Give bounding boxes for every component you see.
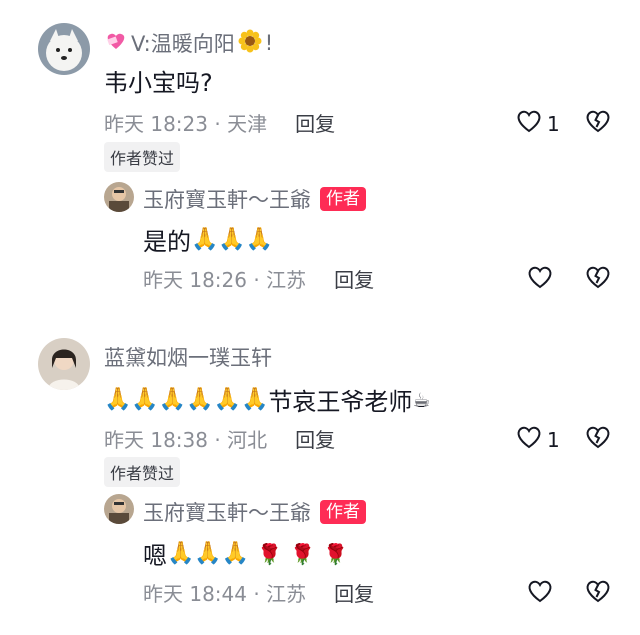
like-count: 1 [547, 111, 560, 136]
comment-username[interactable]: 蓝黛如烟一璞玉轩 [104, 342, 272, 372]
username-text: 玉府寶玉軒～王爺 [143, 501, 311, 525]
comment-username[interactable]: V:温暖向阳 ! [104, 28, 273, 58]
heart-icon [526, 578, 554, 609]
broken-heart-icon [584, 426, 612, 454]
coffee-cup-emoji: ☕ [412, 387, 431, 412]
broken-heart-icon [584, 266, 612, 294]
comment-meta: 昨天 18:38 · 河北 回复 [104, 424, 335, 453]
avatar[interactable] [104, 494, 134, 524]
comment-item: 蓝黛如烟一璞玉轩 🙏 🙏 🙏 🙏 🙏 🙏 节哀王爷老师 ☕ 昨天 18:38 ·… [0, 320, 640, 635]
comment-time: 昨天 18:23 · 天津 [104, 112, 268, 136]
pray-emoji: 🙏 [158, 386, 187, 412]
reply-username[interactable]: 玉府寶玉軒～王爺 作者 [143, 184, 366, 214]
author-liked-tag: 作者赞过 [104, 142, 181, 172]
like-count: 1 [547, 427, 560, 452]
dislike-button[interactable] [584, 578, 612, 608]
dislike-button[interactable] [584, 424, 612, 454]
like-button[interactable] [526, 264, 554, 295]
reply-button[interactable]: 回复 [295, 108, 335, 137]
reply-button[interactable]: 回复 [334, 578, 374, 607]
reply-text-content: 嗯 [143, 542, 167, 570]
rose-emoji: 🌹 [323, 541, 348, 566]
avatar[interactable] [104, 182, 134, 212]
reply-time: 昨天 18:26 · 江苏 [143, 268, 307, 292]
reply-button[interactable]: 回复 [334, 264, 374, 293]
username-text: V:温暖向阳 [131, 32, 235, 56]
comment-text: 韦小宝吗? [104, 69, 213, 97]
heart-gift-icon [104, 31, 128, 56]
pray-emoji: 🙏 [167, 540, 195, 566]
heart-icon [526, 264, 554, 295]
reply-meta: 昨天 18:26 · 江苏 回复 [143, 264, 374, 293]
avatar[interactable] [38, 338, 90, 390]
comment-text-content: 节哀王爷老师 [268, 388, 413, 416]
dislike-button[interactable] [584, 108, 612, 138]
comment-time: 昨天 18:38 · 河北 [104, 428, 268, 452]
reply-text-content: 是的 [143, 228, 191, 256]
reply-username[interactable]: 玉府寶玉軒～王爺 作者 [143, 497, 366, 527]
reply-button[interactable]: 回复 [295, 424, 335, 453]
pray-emoji: 🙏 [131, 386, 159, 412]
reply-meta: 昨天 18:44 · 江苏 回复 [143, 578, 374, 607]
pray-emoji: 🙏 [213, 386, 242, 412]
like-button[interactable]: 1 [515, 424, 560, 455]
rose-emoji: 🌹 [290, 541, 316, 566]
pray-emoji: 🙏 [186, 386, 214, 412]
comment-meta: 昨天 18:23 · 天津 回复 [104, 108, 335, 137]
reply-text: 嗯 🙏 🙏 🙏 🌹 🌹 🌹 [143, 536, 348, 571]
pray-emoji: 🙏 [245, 226, 274, 252]
username-text: 蓝黛如烟一璞玉轩 [104, 346, 272, 370]
pray-emoji: 🙏 [191, 226, 219, 252]
heart-icon [515, 424, 543, 455]
pray-emoji: 🙏 [241, 386, 269, 412]
rose-emoji: 🌹 [257, 541, 283, 566]
pray-emoji: 🙏 [221, 540, 250, 566]
username-text: 玉府寶玉軒～王爺 [143, 188, 311, 212]
sunflower-icon [238, 29, 262, 58]
broken-heart-icon [584, 580, 612, 608]
heart-icon [515, 108, 543, 139]
reply-time: 昨天 18:44 · 江苏 [143, 582, 307, 606]
broken-heart-icon [584, 110, 612, 138]
author-badge: 作者 [320, 500, 366, 524]
pray-emoji: 🙏 [218, 226, 246, 252]
author-liked-tag: 作者赞过 [104, 457, 181, 487]
author-badge: 作者 [320, 187, 366, 211]
reply-text: 是的 🙏 🙏 🙏 [143, 222, 273, 257]
comment-text: 🙏 🙏 🙏 🙏 🙏 🙏 节哀王爷老师 ☕ [104, 382, 430, 417]
dislike-button[interactable] [584, 264, 612, 294]
like-button[interactable] [526, 578, 554, 609]
avatar[interactable] [38, 23, 90, 75]
pray-emoji: 🙏 [104, 386, 132, 412]
comment-item: V:温暖向阳 ! 韦小宝吗? 昨天 18:23 · 天津 回复 1 作者赞过 玉… [0, 0, 640, 320]
pray-emoji: 🙏 [194, 540, 222, 566]
username-suffix: ! [264, 31, 274, 55]
like-button[interactable]: 1 [515, 108, 560, 139]
